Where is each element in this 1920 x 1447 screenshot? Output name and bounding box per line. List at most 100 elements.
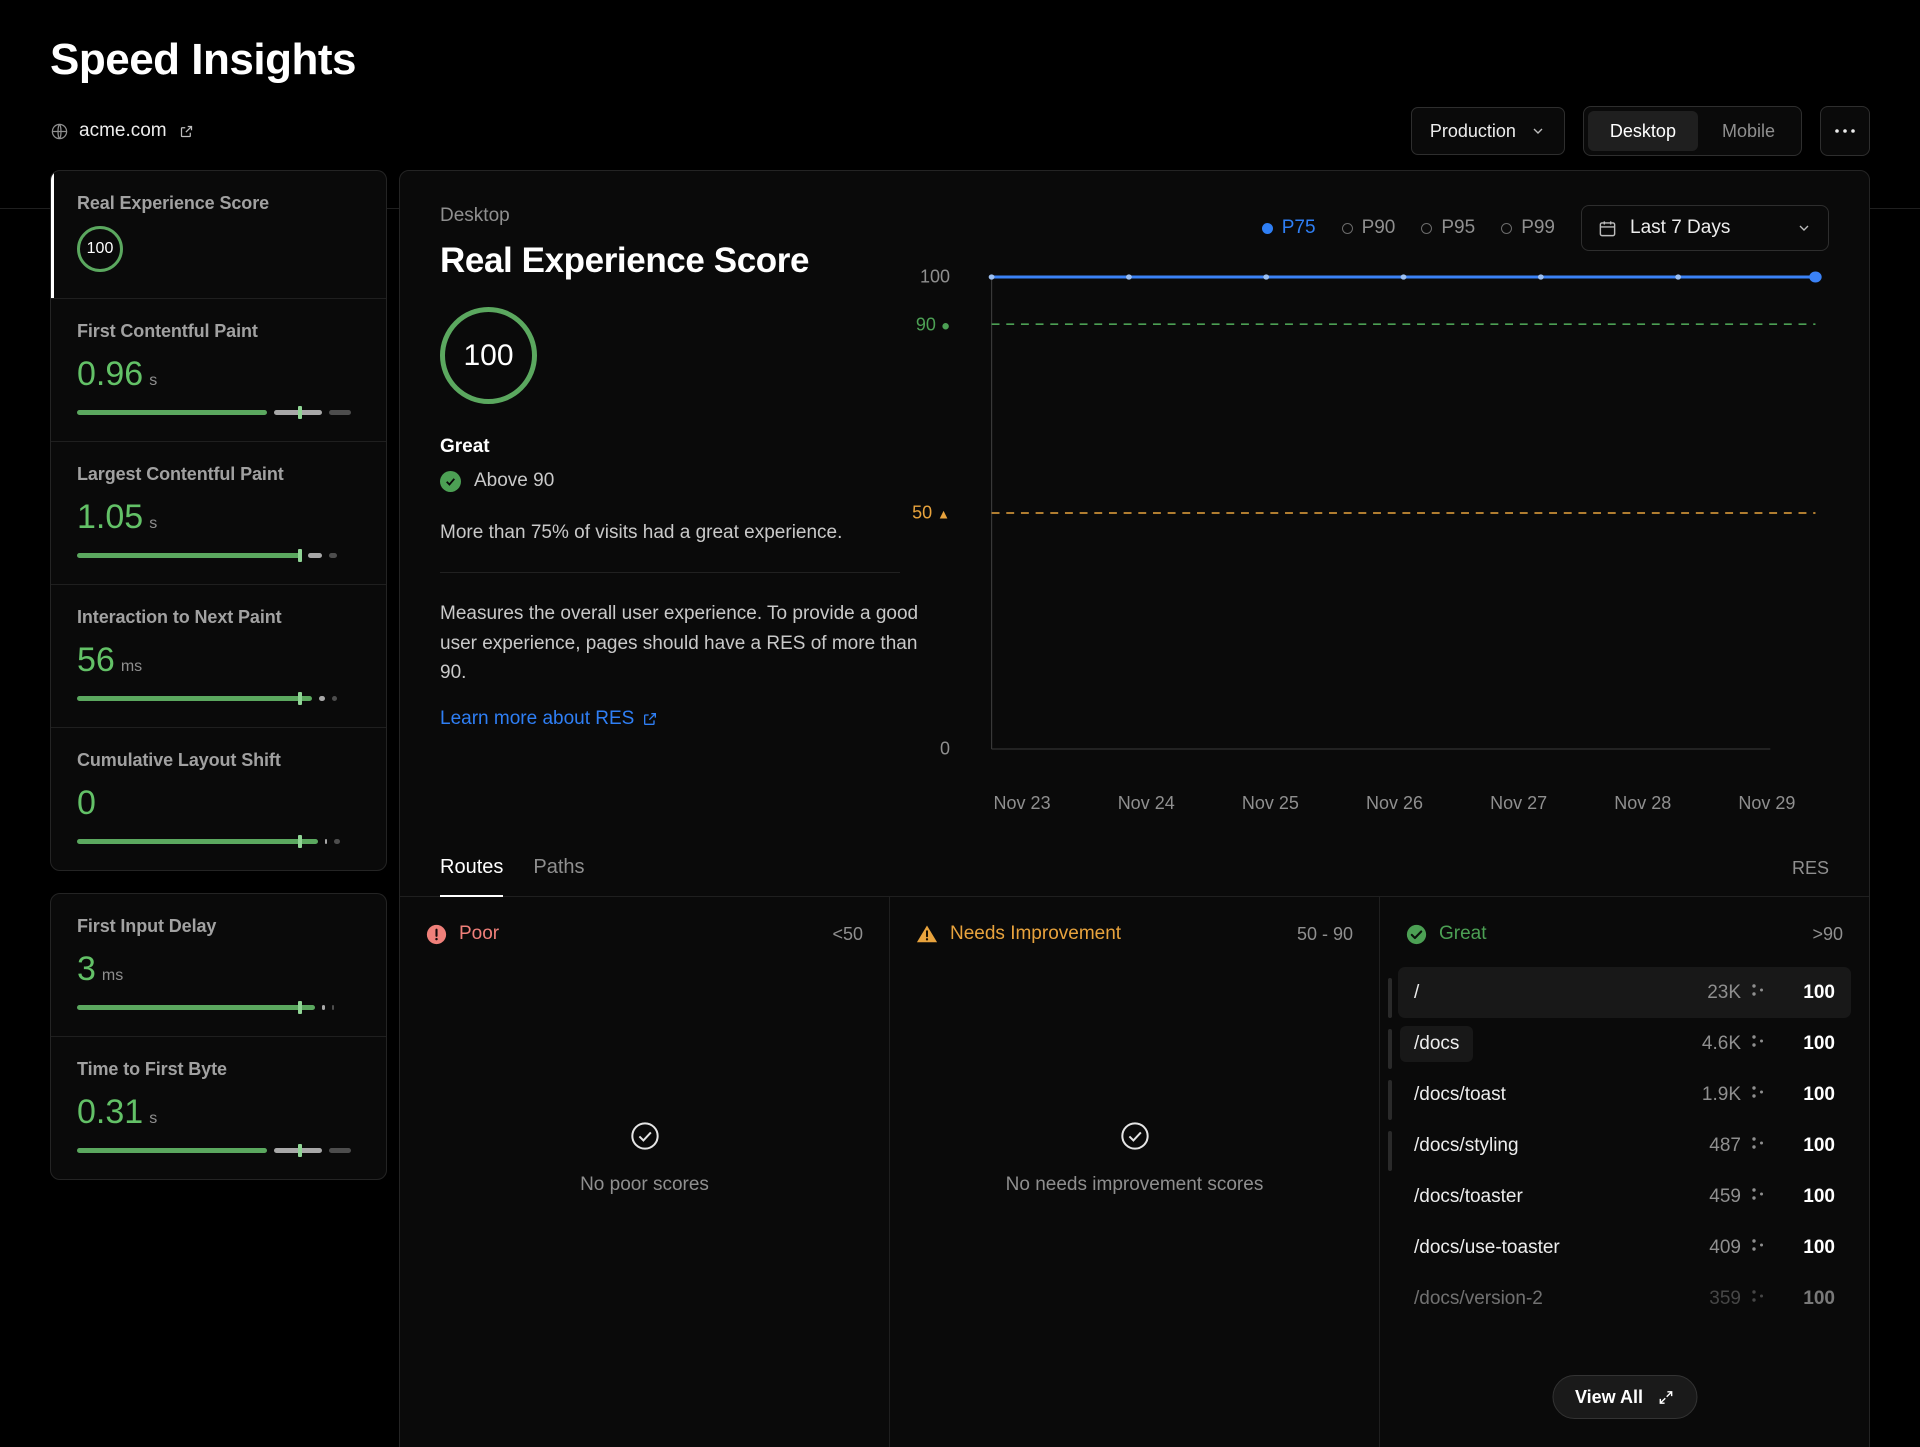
bar-fill — [77, 553, 301, 558]
table-row[interactable]: /docs4.6K100 — [1398, 1018, 1851, 1069]
check-circle-outline-icon — [629, 1120, 661, 1152]
metric-value: 3 — [77, 950, 96, 989]
percentile-p95[interactable]: P95 — [1421, 217, 1475, 239]
column-great: Great >90 /23K100/docs4.6K100/docs/toast… — [1380, 897, 1869, 1447]
radio-icon — [1262, 223, 1273, 234]
bar-segment — [332, 696, 338, 701]
percentile-label: P75 — [1282, 217, 1316, 239]
percentile-p75[interactable]: P75 — [1262, 217, 1316, 239]
scrollbar-segment — [1388, 1029, 1392, 1069]
table-row[interactable]: /docs/version-2359100 — [1398, 1273, 1851, 1324]
route-path: /docs/toast — [1398, 1084, 1702, 1106]
check-circle-icon — [440, 471, 461, 492]
device-tab-desktop[interactable]: Desktop — [1588, 111, 1698, 151]
column-title-group: Needs Improvement — [916, 923, 1121, 945]
column-header: Poor <50 — [400, 897, 889, 967]
route-path: / — [1398, 982, 1707, 1004]
empty-state-poor: No poor scores — [400, 967, 889, 1447]
metric-bar — [77, 553, 360, 558]
sidebar-item-cumulative-layout-shift[interactable]: Cumulative Layout Shift 0 — [51, 728, 386, 870]
scrollbar-segment — [1388, 1080, 1392, 1120]
radio-icon — [1342, 223, 1353, 234]
bar-segment — [334, 839, 340, 844]
metric-bar — [77, 1005, 360, 1010]
metric-label: First Input Delay — [77, 916, 360, 937]
sidebar-item-first-contentful-paint[interactable]: First Contentful Paint 0.96 s — [51, 299, 386, 442]
domain-link[interactable]: acme.com — [50, 120, 194, 142]
tab-routes[interactable]: Routes — [440, 856, 503, 896]
score-columns: Poor <50 No poor scores — [400, 897, 1869, 1447]
table-row[interactable]: /docs/toast1.9K 100 — [1398, 1069, 1851, 1120]
metric-bar — [77, 410, 360, 415]
column-range: 50 - 90 — [1297, 924, 1353, 945]
environment-selector[interactable]: Production — [1411, 107, 1565, 155]
detail-panel: Desktop Real Experience Score 100 Great … — [399, 170, 1870, 1447]
chart-x-tick: Nov 26 — [1332, 793, 1456, 814]
external-link-icon — [179, 124, 194, 139]
view-all-button[interactable]: View All — [1552, 1375, 1697, 1419]
learn-more-link[interactable]: Learn more about RES — [440, 708, 658, 730]
chart-svg — [960, 269, 1829, 779]
bar-fill — [77, 839, 318, 844]
rating-detail-row: Above 90 — [440, 470, 940, 492]
tab-paths[interactable]: Paths — [533, 856, 584, 896]
metric-value-row: 0.96 s — [77, 355, 360, 394]
routes-list: /23K100/docs4.6K100/docs/toast1.9K100/do… — [1380, 967, 1869, 1447]
route-path: /docs — [1400, 1026, 1473, 1062]
empty-state-text: No needs improvement scores — [1006, 1174, 1264, 1196]
more-options-button[interactable] — [1820, 106, 1870, 156]
column-poor: Poor <50 No poor scores — [400, 897, 890, 1447]
route-visit-count: 1.9K — [1702, 1084, 1741, 1106]
bar-segment — [332, 1005, 335, 1010]
column-title: Needs Improvement — [950, 923, 1121, 945]
summary-text: More than 75% of visits had a great expe… — [440, 522, 940, 544]
view-all-label: View All — [1575, 1387, 1643, 1408]
route-score: 100 — [1789, 1237, 1835, 1259]
rating-detail: Above 90 — [474, 470, 554, 492]
percentile-p90[interactable]: P90 — [1342, 217, 1396, 239]
column-range: >90 — [1812, 924, 1843, 945]
warning-triangle-icon — [916, 923, 938, 945]
chart-x-axis-labels: Nov 23Nov 24Nov 25Nov 26Nov 27Nov 28Nov … — [960, 793, 1829, 814]
calendar-icon — [1598, 219, 1617, 238]
device-tab-mobile[interactable]: Mobile — [1700, 111, 1797, 151]
table-row[interactable]: /docs/use-toaster409100 — [1398, 1222, 1851, 1273]
ellipsis-icon — [1834, 128, 1856, 134]
bar-segment — [322, 1005, 325, 1010]
route-score: 100 — [1789, 1186, 1835, 1208]
route-visit-count: 23K — [1707, 982, 1741, 1004]
expand-icon — [1657, 1389, 1674, 1406]
routes-tabs: Routes Paths — [440, 856, 585, 896]
header-row: acme.com Production Desktop Mobile — [0, 84, 1920, 156]
routes-scrollbar[interactable] — [1388, 967, 1392, 1171]
metric-value: 0 — [77, 784, 96, 823]
metric-unit: s — [149, 372, 157, 390]
metric-label: Real Experience Score — [77, 193, 360, 214]
sidebar-item-interaction-to-next-paint[interactable]: Interaction to Next Paint 56 ms — [51, 585, 386, 728]
bar-marker — [298, 835, 302, 848]
metric-value: 0.96 — [77, 355, 143, 394]
sidebar-item-real-experience-score[interactable]: Real Experience Score 100 — [51, 171, 386, 299]
metric-bar — [77, 839, 360, 844]
chart-y-tick: 100 — [920, 267, 950, 288]
route-score: 100 — [1789, 1084, 1835, 1106]
check-circle-icon — [1406, 924, 1427, 945]
res-column-header: RES — [1792, 858, 1829, 896]
metric-value: 56 — [77, 641, 115, 680]
rating-label: Great — [440, 436, 940, 458]
table-row[interactable]: /docs/toaster459100 — [1398, 1171, 1851, 1222]
chart-x-tick: Nov 23 — [960, 793, 1084, 814]
metric-value-row: 0.31 s — [77, 1093, 360, 1132]
date-range-selector[interactable]: Last 7 Days — [1581, 205, 1829, 251]
sidebar-item-first-input-delay[interactable]: First Input Delay 3 ms — [51, 894, 386, 1037]
bar-marker — [298, 406, 302, 419]
table-row[interactable]: /docs/styling487100 — [1398, 1120, 1851, 1171]
metric-value-row: 56 ms — [77, 641, 360, 680]
percentile-p99[interactable]: P99 — [1501, 217, 1555, 239]
sidebar-item-time-to-first-byte[interactable]: Time to First Byte 0.31 s — [51, 1037, 386, 1179]
sidebar-item-largest-contentful-paint[interactable]: Largest Contentful Paint 1.05 s — [51, 442, 386, 585]
table-row[interactable]: /23K100 — [1398, 967, 1851, 1018]
column-title-group: Great — [1406, 923, 1487, 945]
chart-x-tick: Nov 25 — [1208, 793, 1332, 814]
bar-marker — [298, 1001, 302, 1014]
